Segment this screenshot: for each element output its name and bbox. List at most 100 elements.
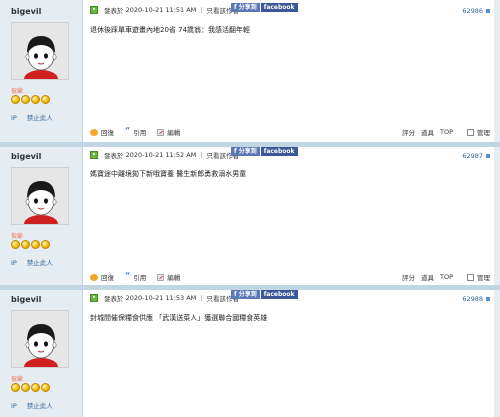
- divider: |: [200, 6, 203, 14]
- author-username[interactable]: bigevil: [11, 295, 41, 304]
- posted-label: 發表於: [104, 152, 124, 160]
- post-body: [84, 290, 494, 417]
- top-link[interactable]: TOP: [440, 128, 453, 136]
- medal-row: [11, 95, 50, 104]
- manage-label: 管理: [477, 129, 490, 137]
- divider: |: [200, 151, 203, 159]
- right-border: [494, 290, 500, 417]
- ip-row: IP 禁止此人: [11, 112, 63, 122]
- top-link[interactable]: TOP: [440, 273, 453, 281]
- medal-icon: [11, 240, 20, 249]
- facebook-label: facebook: [259, 3, 298, 12]
- author-username[interactable]: bigevil: [11, 7, 41, 16]
- facebook-label: facebook: [259, 147, 298, 156]
- post-message: 媽寶途中離境拋下新哦寶養 醫生新郎勇救溺水男童: [90, 170, 247, 178]
- facebook-label: facebook: [259, 290, 298, 299]
- medal-icon: [21, 95, 30, 104]
- ip-row: IP 禁止此人: [11, 257, 63, 267]
- post-number: 62987: [462, 152, 483, 160]
- post-number-arrow-icon: [486, 9, 490, 13]
- share-label: f 分享到: [231, 147, 260, 156]
- post-body: [84, 147, 494, 285]
- post-timestamp: 2020-10-21 11:52 AM: [125, 151, 197, 159]
- manage-checkbox[interactable]: [467, 128, 474, 136]
- reply-label: 回復: [101, 129, 114, 137]
- right-border: [494, 147, 500, 285]
- post-message: 封城間催保糧食供應 「武漢送菜人」獲選聯合國糧食英雄: [90, 314, 268, 322]
- edit-button[interactable]: 編輯: [157, 127, 180, 137]
- edit-icon: [157, 128, 165, 136]
- share-label: f 分享到: [231, 290, 260, 299]
- post-actions: 回復 “引用 編輯: [90, 272, 191, 282]
- quote-button[interactable]: “引用: [125, 127, 146, 137]
- reply-button[interactable]: 回復: [90, 272, 114, 282]
- quote-icon: “: [125, 272, 131, 282]
- reply-icon: [90, 273, 98, 281]
- post-info: 發表於 2020-10-21 11:53 AM | 只看該作者: [90, 293, 239, 303]
- avatar[interactable]: [11, 167, 69, 225]
- quote-label: 引用: [133, 274, 147, 282]
- ip-link[interactable]: IP: [11, 402, 17, 410]
- post-message: 退休後踩單車遊畫內地20省 74歲翁：我感活翻年輕: [90, 26, 251, 34]
- post-number-link[interactable]: 62987: [462, 152, 490, 160]
- rate-link[interactable]: 評分: [402, 272, 415, 282]
- post-info: 發表於 2020-10-21 11:52 AM | 只看該作者: [90, 150, 239, 160]
- medal-icon: [11, 95, 20, 104]
- ban-user-link[interactable]: 禁止此人: [27, 114, 53, 122]
- right-border: [494, 0, 500, 142]
- manage-label: 管理: [477, 274, 490, 282]
- user-rank: 侃爺: [11, 88, 24, 95]
- post-actions: 回復 “引用 編輯: [90, 127, 191, 137]
- rate-link[interactable]: 評分: [402, 127, 415, 137]
- medal-icon: [41, 240, 50, 249]
- post-2: bigevil 侃爺 IP 禁止此人 發表於 2020-10-21 11:53 A…: [0, 290, 500, 417]
- avatar[interactable]: [11, 310, 69, 368]
- medal-icon: [11, 383, 20, 392]
- edit-label: 編輯: [167, 129, 181, 137]
- edit-icon: [157, 273, 165, 281]
- post-number: 62988: [462, 295, 483, 303]
- tools-link[interactable]: 道具: [421, 127, 434, 137]
- quote-button[interactable]: “引用: [125, 272, 146, 282]
- reply-button[interactable]: 回復: [90, 127, 114, 137]
- user-rank: 侃爺: [11, 376, 24, 383]
- posted-label: 發表於: [104, 295, 124, 303]
- reply-icon: [90, 128, 98, 136]
- quote-label: 引用: [133, 129, 147, 137]
- medal-icon: [31, 240, 40, 249]
- post-number-link[interactable]: 62986: [462, 7, 490, 15]
- post-number-link[interactable]: 62988: [462, 295, 490, 303]
- post-tools: 評分 道具 TOP 管理: [396, 127, 490, 137]
- post-tools: 評分 道具 TOP 管理: [396, 272, 490, 282]
- quote-icon: “: [125, 127, 131, 137]
- ip-link[interactable]: IP: [11, 114, 17, 122]
- avatar-image-icon: [12, 23, 68, 79]
- ip-link[interactable]: IP: [11, 259, 17, 267]
- facebook-share-button[interactable]: f 分享到 facebook: [231, 3, 298, 12]
- post-body: [84, 0, 494, 142]
- reply-label: 回復: [101, 274, 114, 282]
- facebook-share-button[interactable]: f 分享到 facebook: [231, 290, 298, 299]
- ban-user-link[interactable]: 禁止此人: [27, 259, 53, 267]
- medal-row: [11, 383, 50, 392]
- post-timestamp: 2020-10-21 11:51 AM: [125, 6, 197, 14]
- online-status-icon: [90, 6, 98, 14]
- edit-button[interactable]: 編輯: [157, 272, 180, 282]
- tools-link[interactable]: 道具: [421, 272, 434, 282]
- ban-user-link[interactable]: 禁止此人: [27, 402, 53, 410]
- facebook-share-button[interactable]: f 分享到 facebook: [231, 147, 298, 156]
- online-status-icon: [90, 294, 98, 302]
- post-timestamp: 2020-10-21 11:53 AM: [125, 294, 197, 302]
- author-username[interactable]: bigevil: [11, 152, 41, 161]
- post-number-arrow-icon: [486, 297, 490, 301]
- avatar-image-icon: [12, 311, 68, 367]
- ip-row: IP 禁止此人: [11, 400, 63, 410]
- medal-icon: [41, 383, 50, 392]
- user-rank: 侃爺: [11, 233, 24, 240]
- avatar[interactable]: [11, 22, 69, 80]
- medal-icon: [31, 383, 40, 392]
- manage-checkbox[interactable]: [467, 273, 474, 281]
- medal-icon: [41, 95, 50, 104]
- avatar-image-icon: [12, 168, 68, 224]
- divider: |: [200, 294, 203, 302]
